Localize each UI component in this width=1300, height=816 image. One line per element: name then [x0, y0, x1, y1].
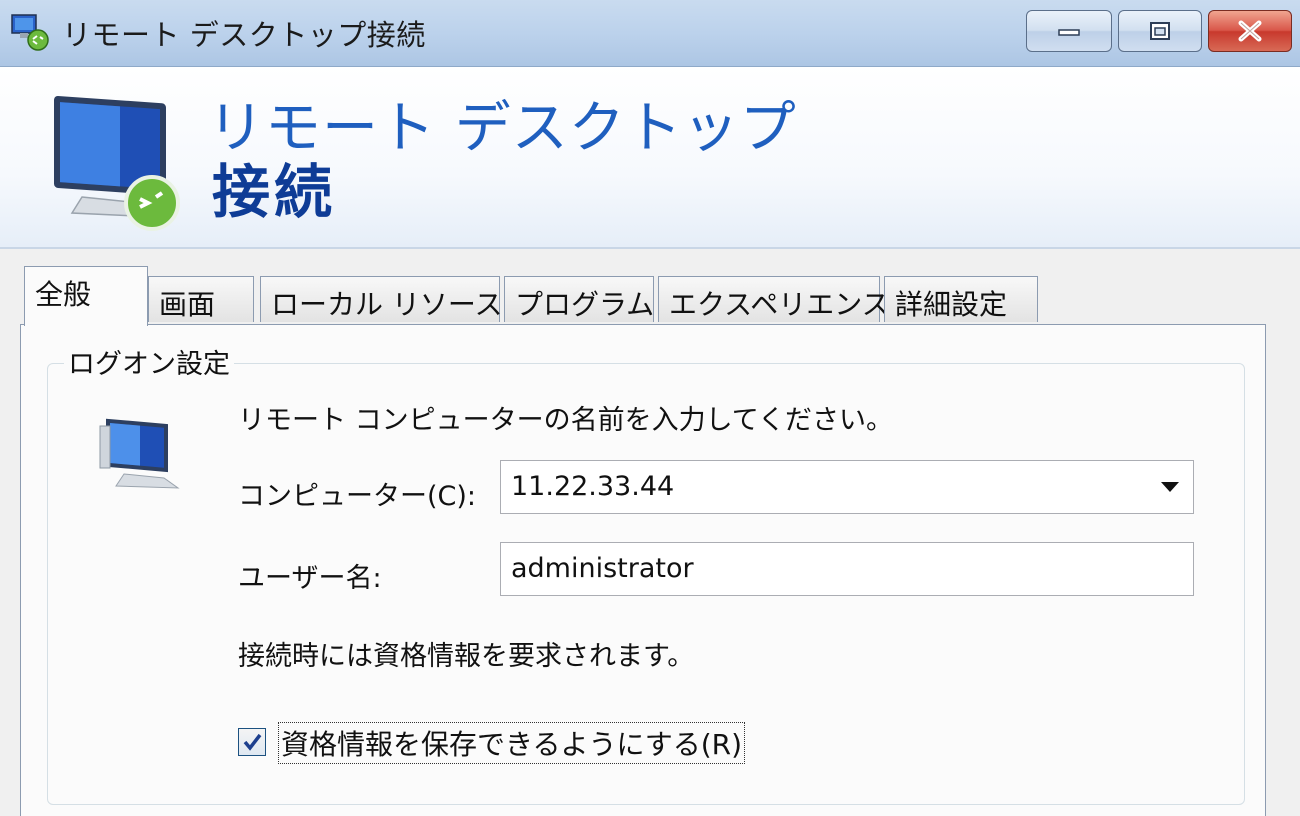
group-title: ログオン設定: [64, 342, 234, 381]
logon-settings-group: ログオン設定 リモート コンピューターの名前を入力してください。 コンピューター…: [47, 342, 1245, 805]
maximize-button[interactable]: [1118, 10, 1202, 52]
tab-advanced[interactable]: 詳細設定: [884, 276, 1038, 322]
tab-local-resources[interactable]: ローカル リソース: [260, 276, 503, 322]
minimize-button[interactable]: [1026, 10, 1112, 52]
computer-icon: [99, 418, 180, 489]
monitor-connection-icon: [54, 95, 180, 231]
username-value[interactable]: administrator: [511, 553, 694, 584]
remote-desktop-window: リモート デスクトップ接続 リモート デスクトップ 接続 全般 画面 ローカル …: [0, 0, 1300, 816]
header-banner: リモート デスクトップ 接続: [0, 67, 1300, 249]
credentials-info-text: 接続時には資格情報を要求されます。: [238, 641, 695, 672]
username-field[interactable]: administrator: [500, 542, 1194, 596]
title-bar[interactable]: リモート デスクトップ接続: [0, 0, 1300, 67]
minimize-icon: [1058, 29, 1080, 36]
maximize-icon: [1150, 22, 1170, 40]
remote-desktop-icon[interactable]: [10, 12, 50, 52]
save-credentials-checkbox[interactable]: [238, 728, 266, 756]
banner-subtitle: 接続: [212, 158, 337, 226]
computer-label: コンピューター(C):: [238, 481, 477, 512]
close-icon: [1238, 20, 1262, 42]
checkmark-icon: [243, 733, 262, 751]
tab-display[interactable]: 画面: [148, 276, 254, 322]
save-credentials-label[interactable]: 資格情報を保存できるようにする(R): [278, 722, 746, 764]
tab-panel-general: ログオン設定 リモート コンピューターの名前を入力してください。 コンピューター…: [20, 324, 1266, 816]
window-title: リモート デスクトップ接続: [62, 18, 426, 52]
username-label: ユーザー名:: [238, 563, 382, 594]
close-button[interactable]: [1208, 10, 1292, 52]
tab-experience[interactable]: エクスペリエンス: [658, 276, 890, 322]
computer-combobox[interactable]: 11.22.33.44: [500, 460, 1194, 514]
tab-general[interactable]: 全般: [24, 266, 148, 326]
tab-programs[interactable]: プログラム: [504, 276, 654, 322]
computer-value[interactable]: 11.22.33.44: [511, 471, 674, 502]
chevron-down-icon[interactable]: [1161, 482, 1179, 492]
computer-prompt-text: リモート コンピューターの名前を入力してください。: [238, 405, 893, 436]
